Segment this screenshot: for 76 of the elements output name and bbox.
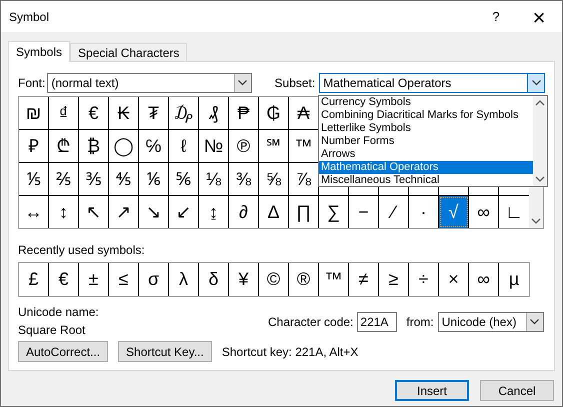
symbol-cell[interactable]: ↕ <box>49 196 79 228</box>
help-button[interactable]: ? <box>476 1 516 32</box>
symbol-cell[interactable]: ₰ <box>199 97 229 129</box>
symbol-cell[interactable]: ∕ <box>379 196 409 228</box>
dialog-button[interactable]: Shortcut Key... <box>118 341 212 362</box>
symbol-cell[interactable]: ₱ <box>229 97 259 129</box>
symbol-cell[interactable]: ↨ <box>199 196 229 228</box>
caret-icon <box>532 80 540 86</box>
subset-select[interactable]: Mathematical Operators <box>319 73 545 93</box>
recent-label: Recently used symbols: <box>18 242 146 259</box>
symbol-cell[interactable]: ∂ <box>229 196 259 228</box>
from-label: from: <box>406 314 434 331</box>
symbol-cell[interactable]: ₫ <box>49 97 79 129</box>
symbol-cell[interactable]: ℠ <box>259 130 289 162</box>
recent-symbol[interactable]: µ <box>499 263 529 296</box>
tab[interactable]: Special Characters <box>70 43 188 61</box>
symbol-cell[interactable]: ₮ <box>139 97 169 129</box>
symbol-cell[interactable]: ∟ <box>499 196 529 228</box>
footer-button[interactable]: Insert <box>395 380 469 401</box>
symbol-cell[interactable]: ℅ <box>139 130 169 162</box>
symbol-cell[interactable]: ⅘ <box>109 163 139 195</box>
symbol-cell[interactable]: ∑ <box>319 196 349 228</box>
from-select[interactable]: Unicode (hex) <box>438 312 544 332</box>
symbol-cell[interactable]: ∞ <box>469 196 499 228</box>
close-button[interactable]: × <box>516 1 562 32</box>
symbol-cell[interactable]: ⅝ <box>259 163 289 195</box>
character-code-label: Character code: <box>268 314 354 331</box>
caret-icon <box>238 80 248 86</box>
font-label: Font: <box>18 75 46 92</box>
font-select[interactable]: (normal text) <box>47 73 252 93</box>
symbol-cell[interactable]: √ <box>439 196 469 228</box>
dropdown-option[interactable]: Miscellaneous Technical <box>319 174 533 187</box>
caret-icon <box>530 319 540 325</box>
symbol-cell[interactable]: ⅗ <box>79 163 109 195</box>
symbol-cell[interactable]: ↔ <box>19 196 49 228</box>
symbol-cell[interactable]: ⅖ <box>49 163 79 195</box>
symbol-cell[interactable]: ₪ <box>19 97 49 129</box>
symbol-cell[interactable]: ⅜ <box>229 163 259 195</box>
symbol-cell[interactable]: ₽ <box>19 130 49 162</box>
unicode-name: Square Root <box>18 322 86 339</box>
symbol-cell[interactable]: ₾ <box>49 130 79 162</box>
tab[interactable]: Symbols <box>8 41 70 62</box>
symbol-cell[interactable]: ⅕ <box>19 163 49 195</box>
symbol-cell[interactable]: ∏ <box>289 196 319 228</box>
scrollbar[interactable] <box>533 96 547 186</box>
symbol-cell[interactable]: ↘ <box>139 196 169 228</box>
dropdown-option[interactable]: Letterlike Symbols <box>319 122 533 135</box>
symbol-cell[interactable]: ℓ <box>169 130 199 162</box>
dropdown-option[interactable]: Arrows <box>319 148 533 161</box>
dialog-button[interactable]: AutoCorrect... <box>18 341 108 362</box>
symbol-cell[interactable]: ⅚ <box>169 163 199 195</box>
footer-button[interactable]: Cancel <box>480 380 554 401</box>
symbol-cell[interactable]: ↗ <box>109 196 139 228</box>
symbol-cell[interactable]: ◯ <box>109 130 139 162</box>
symbol-cell[interactable]: ↙ <box>169 196 199 228</box>
shortcut-text: Shortcut key: 221A, Alt+X <box>222 344 358 360</box>
symbol-cell[interactable]: ₲ <box>259 97 289 129</box>
symbol-cell[interactable]: − <box>349 196 379 228</box>
window-title: Symbol <box>8 8 50 26</box>
symbol-cell[interactable]: ₿ <box>79 130 109 162</box>
dropdown-option[interactable]: Currency Symbols <box>319 96 533 109</box>
unicode-name-label: Unicode name: <box>18 304 100 321</box>
dropdown-option[interactable]: Mathematical Operators <box>319 161 533 174</box>
symbol-cell[interactable]: € <box>79 97 109 129</box>
dropdown-option[interactable]: Combining Diacritical Marks for Symbols <box>319 109 533 122</box>
character-code-field[interactable]: 221A <box>357 312 398 332</box>
subset-label: Subset: <box>274 75 316 92</box>
dropdown-option[interactable]: Number Forms <box>319 135 533 148</box>
symbol-cell[interactable]: ₯ <box>169 97 199 129</box>
symbol-cell[interactable]: ⅙ <box>139 163 169 195</box>
symbol-cell[interactable]: № <box>199 130 229 162</box>
symbol-cell[interactable]: ₭ <box>109 97 139 129</box>
symbol-cell[interactable]: ↖ <box>79 196 109 228</box>
symbol-cell[interactable]: ∆ <box>259 196 289 228</box>
symbol-cell[interactable]: ⅛ <box>199 163 229 195</box>
symbol-cell[interactable]: ℗ <box>229 130 259 162</box>
